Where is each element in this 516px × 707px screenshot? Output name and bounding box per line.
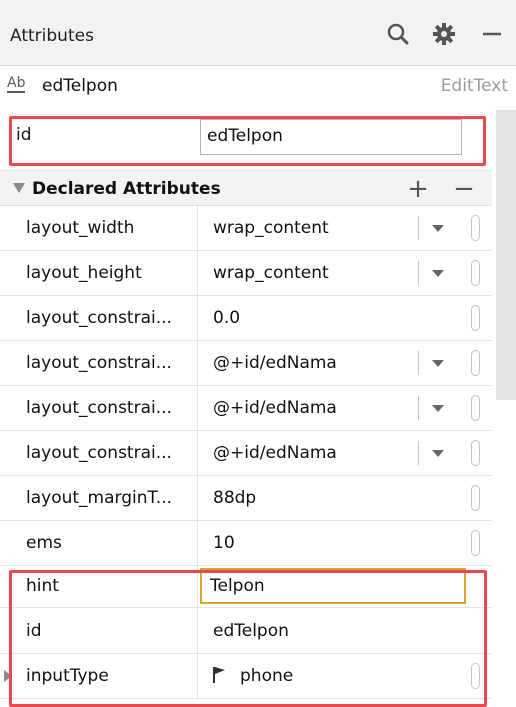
attribute-value[interactable]: @+id/edNama: [213, 443, 337, 463]
attribute-name: layout_marginT...: [26, 488, 173, 508]
attribute-name: layout_width: [26, 218, 135, 238]
column-divider: [197, 206, 198, 250]
attribute-name: inputType: [26, 666, 109, 686]
dropdown-separator: [418, 441, 419, 465]
attribute-row[interactable]: layout_constrai... @+id/edNama: [0, 341, 492, 386]
attribute-name: layout_constrai...: [26, 398, 172, 418]
resource-picker-button[interactable]: [471, 485, 480, 511]
resource-picker-button[interactable]: [471, 350, 480, 376]
attribute-value[interactable]: 0.0: [213, 308, 240, 328]
dropdown-separator: [418, 396, 419, 420]
id-row: id edTelpon: [0, 106, 492, 170]
minimize-icon[interactable]: [478, 20, 506, 48]
attribute-row[interactable]: layout_constrai... @+id/edNama: [0, 431, 492, 476]
attribute-value[interactable]: 10: [213, 533, 235, 553]
dropdown-separator: [418, 216, 419, 240]
dropdown-arrow-icon[interactable]: [432, 405, 444, 412]
collapse-triangle-icon[interactable]: [13, 183, 25, 193]
attribute-row[interactable]: layout_width wrap_content: [0, 206, 492, 251]
column-divider: [197, 386, 198, 430]
dropdown-arrow-icon[interactable]: [432, 270, 444, 277]
dropdown-arrow-icon[interactable]: [432, 225, 444, 232]
column-divider: [197, 251, 198, 295]
attribute-name: layout_height: [26, 263, 142, 283]
dropdown-separator: [418, 351, 419, 375]
dropdown-arrow-icon[interactable]: [432, 360, 444, 367]
id-label: id: [16, 125, 32, 145]
column-divider: [197, 431, 198, 475]
text-widget-icon: Ab: [7, 75, 26, 93]
attribute-name: layout_constrai...: [26, 443, 172, 463]
id-input[interactable]: edTelpon: [200, 119, 462, 155]
attribute-name: hint: [26, 576, 59, 596]
attribute-row[interactable]: layout_constrai... @+id/edNama: [0, 386, 492, 431]
attribute-name: ems: [26, 533, 62, 553]
attribute-name: id: [26, 621, 42, 641]
widget-name: edTelpon: [42, 76, 118, 96]
resource-picker-button[interactable]: [471, 305, 480, 331]
attribute-row[interactable]: inputType phone: [0, 654, 492, 699]
resource-picker-button[interactable]: [471, 663, 480, 689]
remove-attribute-button[interactable]: −: [450, 175, 478, 203]
expand-arrow-icon[interactable]: [4, 670, 12, 682]
attribute-name: layout_constrai...: [26, 308, 172, 328]
attribute-value[interactable]: @+id/edNama: [213, 398, 337, 418]
column-divider: [197, 341, 198, 385]
attributes-panel-header: Attributes: [0, 0, 516, 66]
attribute-value[interactable]: @+id/edNama: [213, 353, 337, 373]
dropdown-arrow-icon[interactable]: [432, 450, 444, 457]
attribute-value[interactable]: edTelpon: [213, 621, 289, 641]
resource-picker-button[interactable]: [471, 395, 480, 421]
scrollbar-thumb[interactable]: [496, 110, 516, 400]
widget-info-row: Ab edTelpon EditText: [0, 67, 516, 105]
dropdown-separator: [418, 261, 419, 285]
attribute-value[interactable]: wrap_content: [213, 218, 329, 238]
attribute-row[interactable]: layout_constrai... 0.0: [0, 296, 492, 341]
attribute-row[interactable]: id edTelpon: [0, 609, 492, 654]
section-title: Declared Attributes: [32, 179, 221, 199]
column-divider: [197, 476, 198, 520]
resource-picker-button[interactable]: [471, 260, 480, 286]
attribute-row[interactable]: layout_height wrap_content: [0, 251, 492, 296]
attributes-content: id edTelpon Declared Attributes + − layo…: [0, 106, 492, 707]
attribute-value[interactable]: Telpon: [210, 576, 265, 596]
column-divider: [197, 296, 198, 340]
attribute-value[interactable]: wrap_content: [213, 263, 329, 283]
search-icon[interactable]: [384, 20, 412, 48]
flag-icon: [212, 666, 226, 684]
column-divider: [197, 566, 198, 607]
resource-picker-button[interactable]: [471, 440, 480, 466]
resource-picker-button[interactable]: [471, 530, 480, 556]
column-divider: [197, 521, 198, 565]
attribute-row[interactable]: hint Telpon: [0, 566, 492, 608]
attribute-value[interactable]: phone: [240, 666, 293, 686]
widget-type: EditText: [440, 76, 508, 96]
resource-picker-button[interactable]: [471, 215, 480, 241]
column-divider: [197, 609, 198, 653]
column-divider: [197, 654, 198, 698]
attribute-value[interactable]: 88dp: [213, 488, 256, 508]
gear-icon[interactable]: [430, 20, 458, 48]
attribute-row[interactable]: ems 10: [0, 521, 492, 566]
attribute-name: layout_constrai...: [26, 353, 172, 373]
add-attribute-button[interactable]: +: [404, 175, 432, 203]
attribute-row[interactable]: layout_marginT... 88dp: [0, 476, 492, 521]
declared-attributes-header[interactable]: Declared Attributes + −: [0, 170, 492, 206]
panel-title: Attributes: [10, 26, 94, 46]
